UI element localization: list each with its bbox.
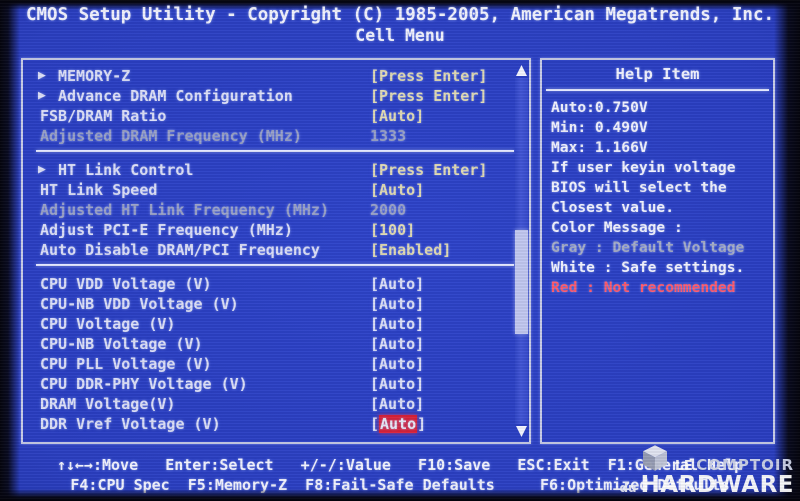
crt-vignette-right <box>774 0 800 501</box>
help-text-line: Gray : Default Voltage <box>551 239 745 256</box>
watermark-comptoir: COMPTOIR <box>696 456 794 474</box>
scroll-down-arrow-icon[interactable] <box>515 424 528 438</box>
scroll-up-arrow-icon[interactable] <box>515 64 528 78</box>
help-text-line: Min: 0.490V <box>551 119 648 136</box>
help-text-line: Auto:0.750V <box>551 99 648 116</box>
help-title-separator <box>546 89 769 91</box>
crt-vignette-left <box>0 0 20 501</box>
site-watermark: LE COMPTOIR du HARDWARE <box>619 443 794 497</box>
utility-title: CMOS Setup Utility - Copyright (C) 1985-… <box>25 5 775 25</box>
scrollbar-thumb[interactable] <box>515 230 528 334</box>
bios-screen: CMOS Setup Utility - Copyright (C) 1985-… <box>0 0 800 501</box>
cube-logo-icon <box>643 445 668 471</box>
settings-panel <box>21 58 531 444</box>
section-separator <box>36 150 514 152</box>
page-title: Cell Menu <box>355 26 445 45</box>
watermark-du: du <box>619 481 637 495</box>
title-bar: CMOS Setup Utility - Copyright (C) 1985-… <box>0 0 800 46</box>
section-separator <box>36 264 514 266</box>
watermark-hardware: HARDWARE <box>640 472 794 498</box>
help-text-line: If user keyin voltage <box>551 159 736 176</box>
help-text-line: Red : Not recommended <box>551 279 736 296</box>
help-panel-title: Help Item <box>615 65 700 83</box>
watermark-top-row: LE COMPTOIR <box>619 443 794 473</box>
watermark-bottom-row: du HARDWARE <box>619 474 794 497</box>
help-text-line: Color Message : <box>551 219 683 236</box>
help-text-line: BIOS will select the <box>551 179 727 196</box>
scrollbar-track[interactable] <box>515 78 528 424</box>
settings-scrollbar[interactable] <box>515 64 528 438</box>
help-text-line: White : Safe settings. <box>551 259 745 276</box>
help-text-line: Closest value. <box>551 199 675 216</box>
help-text-line: Max: 1.166V <box>551 139 648 156</box>
